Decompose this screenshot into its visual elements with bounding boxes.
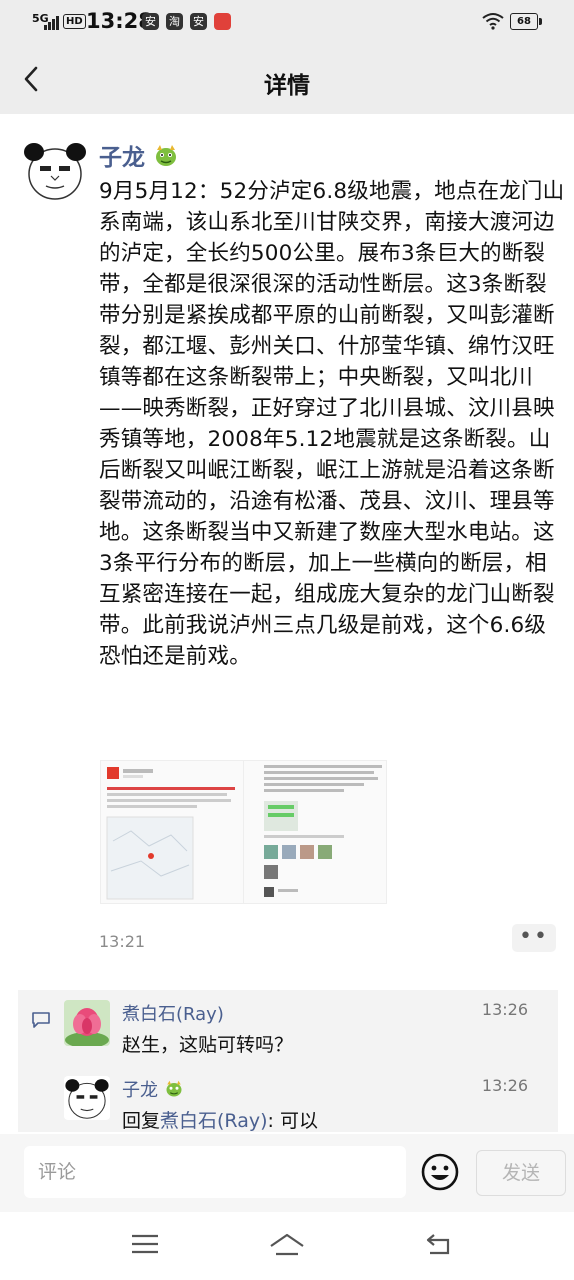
comment-icon <box>32 1012 50 1028</box>
reply-mention-link[interactable]: 煮白石(Ray) <box>160 1110 268 1132</box>
post-timestamp: 13:21 <box>99 932 146 951</box>
replier-name[interactable]: 子龙 <box>122 1076 184 1102</box>
taobao-notification-icon: 淘 <box>166 13 183 30</box>
dragon-emoji-icon <box>166 1080 182 1097</box>
hd-badge: HD <box>63 14 86 29</box>
send-button[interactable]: 发送 <box>476 1150 566 1196</box>
post-author[interactable]: 子龙 <box>99 138 179 172</box>
system-nav-bar <box>0 1212 574 1280</box>
comment-input[interactable]: 评论 <box>24 1146 406 1198</box>
commenter-avatar[interactable] <box>64 1000 110 1046</box>
reply-timestamp: 13:26 <box>481 1076 528 1095</box>
back-nav-icon[interactable] <box>424 1232 454 1256</box>
app-notification-icon: 安 <box>142 13 159 30</box>
red-app-icon <box>214 13 231 30</box>
comment-section: 煮白石(Ray) 13:26 赵生，这贴可转吗？ 子龙 13:26 回复煮白石(… <box>18 990 558 1132</box>
wifi-icon <box>482 13 504 30</box>
comment-input-bar: 评论 发送 <box>0 1134 574 1212</box>
author-avatar[interactable] <box>22 140 88 200</box>
post-body: 9月5月12：52分泸定6.8级地震，地点在龙门山系南端，该山系北至川甘陕交界，… <box>99 179 565 669</box>
comment-timestamp: 13:26 <box>481 1000 528 1019</box>
page-title: 详情 <box>264 73 310 99</box>
reply-text: 回复煮白石(Ray): 可以 <box>122 1110 318 1132</box>
more-actions-button[interactable]: •• <box>512 924 556 952</box>
home-icon[interactable] <box>268 1232 306 1258</box>
status-bar: 5G HD 13:28 安 淘 安 68 <box>0 0 574 44</box>
dragon-emoji-icon <box>156 145 177 166</box>
signal-icon <box>44 14 62 30</box>
post-image-news-screenshot[interactable] <box>100 760 244 904</box>
commenter-name[interactable]: 煮白石(Ray) <box>122 1000 224 1026</box>
app-notification-icon: 安 <box>190 13 207 30</box>
menu-icon[interactable] <box>130 1232 160 1256</box>
comment-text: 赵生，这贴可转吗？ <box>122 1034 294 1056</box>
emoji-icon[interactable] <box>420 1152 460 1192</box>
post-image-chat-screenshot[interactable] <box>243 760 387 904</box>
battery-indicator: 68 <box>510 13 542 30</box>
replier-avatar[interactable] <box>64 1076 110 1120</box>
nav-bar: 详情 <box>0 44 574 114</box>
